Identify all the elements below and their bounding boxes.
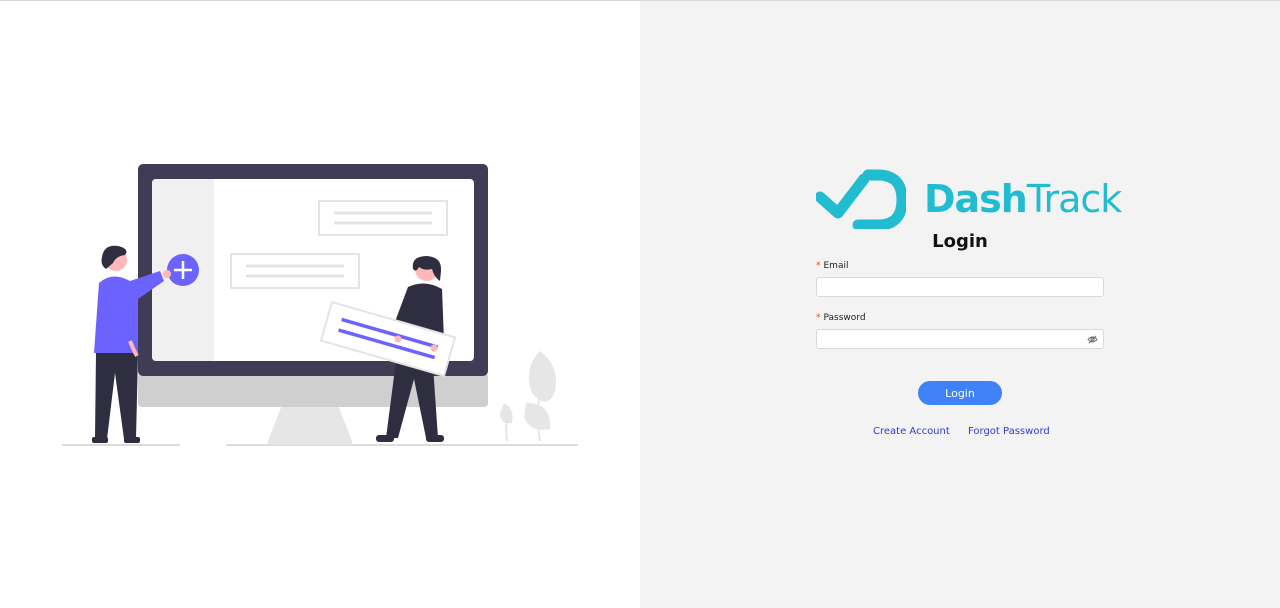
eye-slash-icon[interactable] <box>1087 334 1098 345</box>
email-label-text: Email <box>823 261 849 271</box>
login-button[interactable]: Login <box>918 381 1002 405</box>
email-label: * Email <box>816 261 848 271</box>
create-account-link[interactable]: Create Account <box>873 426 950 437</box>
login-page: DashTrack Login * Email * Password Login C… <box>0 0 1280 608</box>
email-required-mark: * <box>816 261 821 271</box>
login-panel <box>640 1 1280 608</box>
forgot-password-link[interactable]: Forgot Password <box>968 426 1050 437</box>
password-label-text: Password <box>823 313 866 323</box>
password-required-mark: * <box>816 313 821 323</box>
brand-name-light: Track <box>1026 177 1122 221</box>
password-label: * Password <box>816 313 866 323</box>
password-field[interactable] <box>816 329 1104 349</box>
brand-name-bold: Dash <box>924 177 1028 221</box>
dashtrack-logo-icon <box>816 169 906 229</box>
login-title: Login <box>932 231 988 252</box>
illustration-panel <box>0 1 640 608</box>
brand-header: DashTrack <box>816 169 1122 229</box>
brand-name: DashTrack <box>924 177 1122 221</box>
email-field[interactable] <box>816 277 1104 297</box>
people-with-monitor-illustration <box>62 164 578 446</box>
